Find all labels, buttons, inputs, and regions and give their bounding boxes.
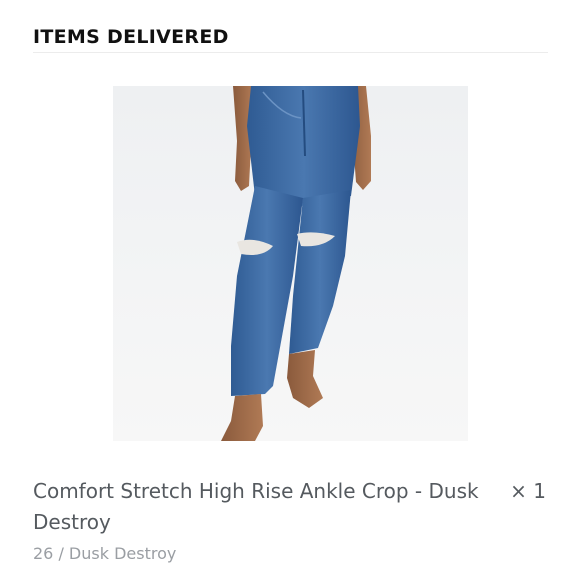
item-name[interactable]: Comfort Stretch High Rise Ankle Crop - D… [33, 476, 503, 538]
item-quantity: × 1 [510, 479, 546, 503]
section-divider [33, 52, 548, 53]
item-variant: 26 / Dusk Destroy [33, 544, 177, 563]
jeans-photo-illustration [221, 86, 371, 441]
product-image[interactable] [113, 86, 468, 441]
section-title: ITEMS DELIVERED [33, 26, 229, 48]
order-items-page: ITEMS DELIVERED Comfort Stretch High Ris… [0, 0, 580, 580]
